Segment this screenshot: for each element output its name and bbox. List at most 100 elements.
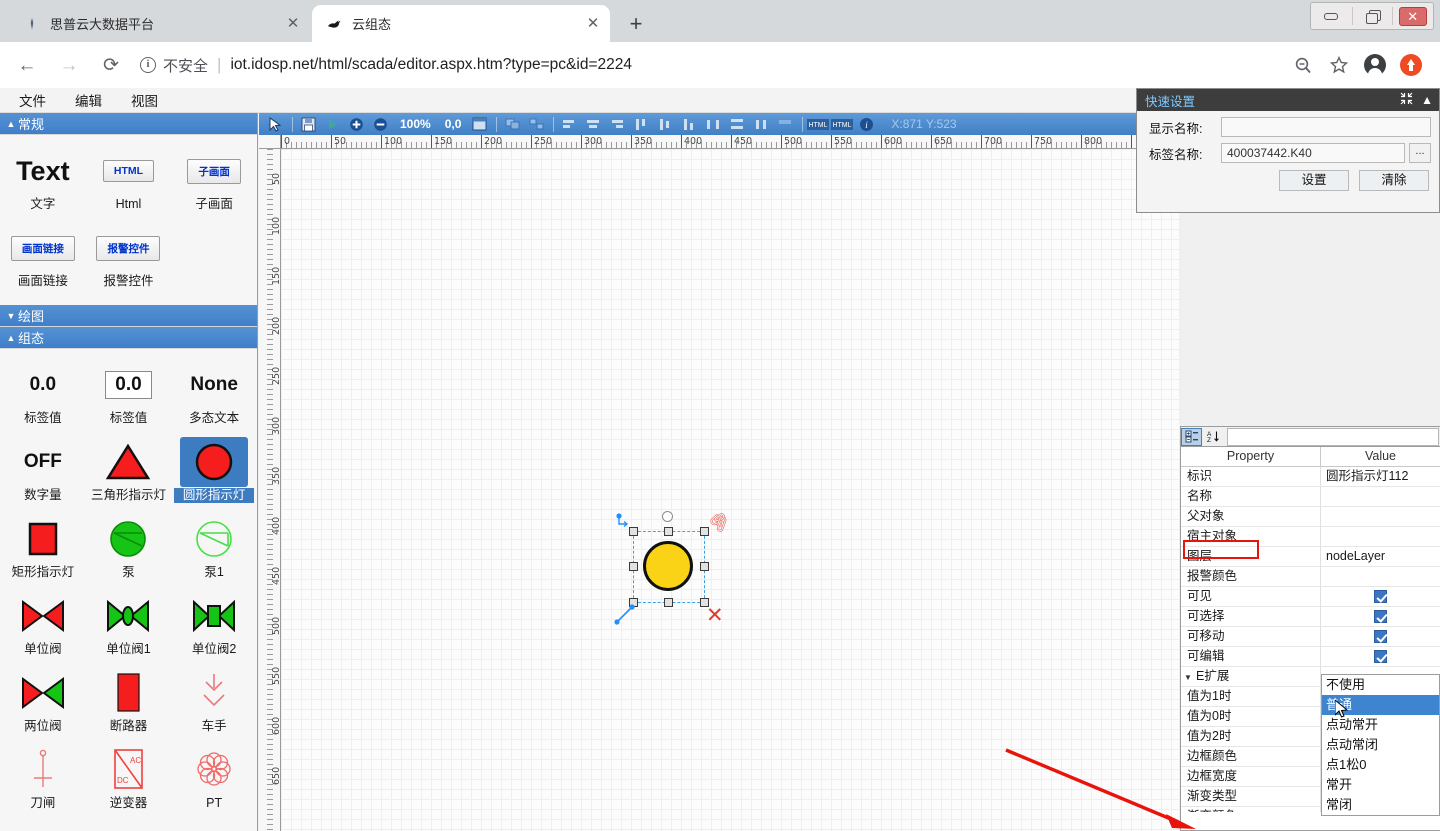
menu-edit[interactable]: 编辑 — [65, 90, 112, 110]
address-bar[interactable]: i 不安全 | iot.idosp.net/html/scada/editor.… — [140, 50, 1272, 80]
display-name-input[interactable] — [1221, 117, 1431, 137]
palette-section-general[interactable]: ▲ 常规 — [0, 113, 257, 135]
browser-tab-2[interactable]: 云组态 ✕ — [312, 5, 610, 42]
distribute-h-tool-icon[interactable] — [702, 115, 724, 134]
back-icon[interactable]: ← — [12, 50, 42, 80]
collapse-icon[interactable] — [1400, 92, 1413, 108]
property-value[interactable]: 圆形指示灯112 — [1321, 467, 1440, 486]
palette-item-tagvalue[interactable]: 0.0 标签值 — [0, 359, 86, 426]
menu-file[interactable]: 文件 — [9, 90, 56, 110]
reload-icon[interactable]: ⟳ — [96, 50, 126, 80]
align-right-tool-icon[interactable] — [606, 115, 628, 134]
window-minimize-button[interactable] — [1311, 3, 1352, 29]
property-row[interactable]: 可编辑 — [1181, 647, 1440, 667]
sort-alpha-icon[interactable]: AZ — [1202, 428, 1223, 446]
palette-item-valve2[interactable]: 单位阀2 — [171, 590, 257, 657]
palette-item-two-way-valve[interactable]: 两位阀 — [0, 667, 86, 734]
property-row[interactable]: 可移动 — [1181, 627, 1440, 647]
remote-control-dropdown[interactable]: 不使用普通点动常开点动常闭点1松0常开常闭 — [1321, 674, 1440, 816]
palette-item-html[interactable]: HTML Html — [86, 145, 172, 212]
palette-item-breaker[interactable]: 断路器 — [86, 667, 172, 734]
distribute-v-tool-icon[interactable] — [726, 115, 748, 134]
zoom-out-tool-icon[interactable] — [369, 115, 391, 134]
rotate-handle-icon[interactable] — [662, 511, 673, 522]
property-search-field[interactable] — [1227, 428, 1439, 446]
palette-item-valve1[interactable]: 单位阀1 — [86, 590, 172, 657]
property-value[interactable] — [1321, 507, 1440, 526]
palette-item-inverter[interactable]: ACDC 逆变器 — [86, 744, 172, 811]
align-top-tool-icon[interactable] — [630, 115, 652, 134]
group-tool-icon[interactable] — [501, 115, 523, 134]
dropdown-option[interactable]: 点动常闭 — [1322, 735, 1439, 755]
dropdown-option[interactable]: 常闭 — [1322, 795, 1439, 815]
new-tab-button[interactable]: + — [622, 10, 650, 38]
palette-item-handcart[interactable]: 车手 — [171, 667, 257, 734]
select-tool-icon[interactable] — [264, 115, 286, 134]
circle-indicator-lamp[interactable] — [643, 541, 693, 591]
window-close-button[interactable]: ✕ — [1392, 3, 1433, 29]
property-row[interactable]: 可选择 — [1181, 607, 1440, 627]
property-checkbox[interactable] — [1321, 587, 1440, 606]
palette-item-multistate-text[interactable]: None 多态文本 — [171, 359, 257, 426]
html-import-tool-icon[interactable]: HTML — [831, 115, 853, 134]
dropdown-option[interactable]: 不使用 — [1322, 675, 1439, 695]
property-value[interactable] — [1321, 527, 1440, 546]
palette-item-valve[interactable]: 单位阀 — [0, 590, 86, 657]
same-height-tool-icon[interactable] — [774, 115, 796, 134]
align-center-tool-icon[interactable] — [582, 115, 604, 134]
palette-item-subscreen[interactable]: 子画面 子画面 — [171, 145, 257, 212]
palette-item-rect-lamp[interactable]: 矩形指示灯 — [0, 513, 86, 580]
palette-item-circle-lamp[interactable]: 圆形指示灯 — [171, 436, 257, 503]
tag-name-input[interactable] — [1221, 143, 1405, 163]
property-checkbox[interactable] — [1321, 607, 1440, 626]
property-value[interactable]: nodeLayer — [1321, 547, 1440, 566]
palette-item-digital[interactable]: OFF 数字量 — [0, 436, 86, 503]
browser-tab-1-close-icon[interactable]: ✕ — [282, 13, 304, 35]
zoom-out-icon[interactable] — [1288, 50, 1318, 80]
drawing-canvas[interactable]: 🖇 ✕ — [281, 149, 1179, 831]
menu-view[interactable]: 视图 — [121, 90, 168, 110]
bookmark-star-icon[interactable] — [1324, 50, 1354, 80]
resize-handle-nw[interactable] — [629, 527, 638, 536]
palette-item-pt[interactable]: PT — [171, 744, 257, 811]
align-bottom-tool-icon[interactable] — [678, 115, 700, 134]
palette-item-text[interactable]: Text 文字 — [0, 145, 86, 212]
site-info-icon[interactable]: i — [140, 57, 156, 73]
palette-section-scada[interactable]: ▲ 组态 — [0, 327, 257, 349]
property-checkbox[interactable] — [1321, 647, 1440, 666]
dropdown-option[interactable]: 常开 — [1322, 775, 1439, 795]
property-value[interactable] — [1321, 487, 1440, 506]
selected-object-wrapper[interactable]: 🖇 ✕ — [616, 509, 726, 629]
resize-handle-s[interactable] — [664, 598, 673, 607]
resize-arrow-icon[interactable] — [614, 601, 636, 623]
extension-icon[interactable] — [1396, 50, 1426, 80]
resize-handle-w[interactable] — [629, 562, 638, 571]
resize-handle-ne[interactable] — [700, 527, 709, 536]
align-middle-tool-icon[interactable] — [654, 115, 676, 134]
chevron-up-icon-dialog[interactable]: ▲ — [1421, 93, 1433, 107]
clear-button[interactable]: 清除 — [1359, 170, 1429, 191]
tag-browse-button[interactable]: ... — [1409, 143, 1431, 163]
same-width-tool-icon[interactable] — [750, 115, 772, 134]
set-button[interactable]: 设置 — [1279, 170, 1349, 191]
property-row[interactable]: 标识圆形指示灯112 — [1181, 467, 1440, 487]
property-value[interactable] — [1321, 567, 1440, 586]
palette-section-drawing[interactable]: ▼ 绘图 — [0, 305, 257, 327]
property-row[interactable]: 父对象 — [1181, 507, 1440, 527]
palette-item-tagvalue-box[interactable]: 0.0 标签值 — [86, 359, 172, 426]
fit-tool-icon[interactable] — [468, 115, 490, 134]
dropdown-option[interactable]: 点1松0 — [1322, 755, 1439, 775]
delete-x-icon[interactable]: ✕ — [706, 605, 724, 626]
property-row[interactable]: 可见 — [1181, 587, 1440, 607]
categorize-icon[interactable] — [1181, 428, 1202, 446]
resize-handle-n[interactable] — [664, 527, 673, 536]
property-row[interactable]: 报警颜色 — [1181, 567, 1440, 587]
palette-item-screenlink[interactable]: 画面链接 画面链接 — [0, 222, 86, 289]
palette-item-pump[interactable]: 泵 — [86, 513, 172, 580]
run-tool-icon[interactable] — [321, 115, 343, 134]
forward-icon[interactable]: → — [54, 50, 84, 80]
resize-handle-e[interactable] — [700, 562, 709, 571]
palette-item-triangle-lamp[interactable]: 三角形指示灯 — [86, 436, 172, 503]
browser-tab-2-close-icon[interactable]: ✕ — [582, 13, 604, 35]
browser-tab-1[interactable]: 思普云大数据平台 ✕ — [10, 5, 310, 42]
